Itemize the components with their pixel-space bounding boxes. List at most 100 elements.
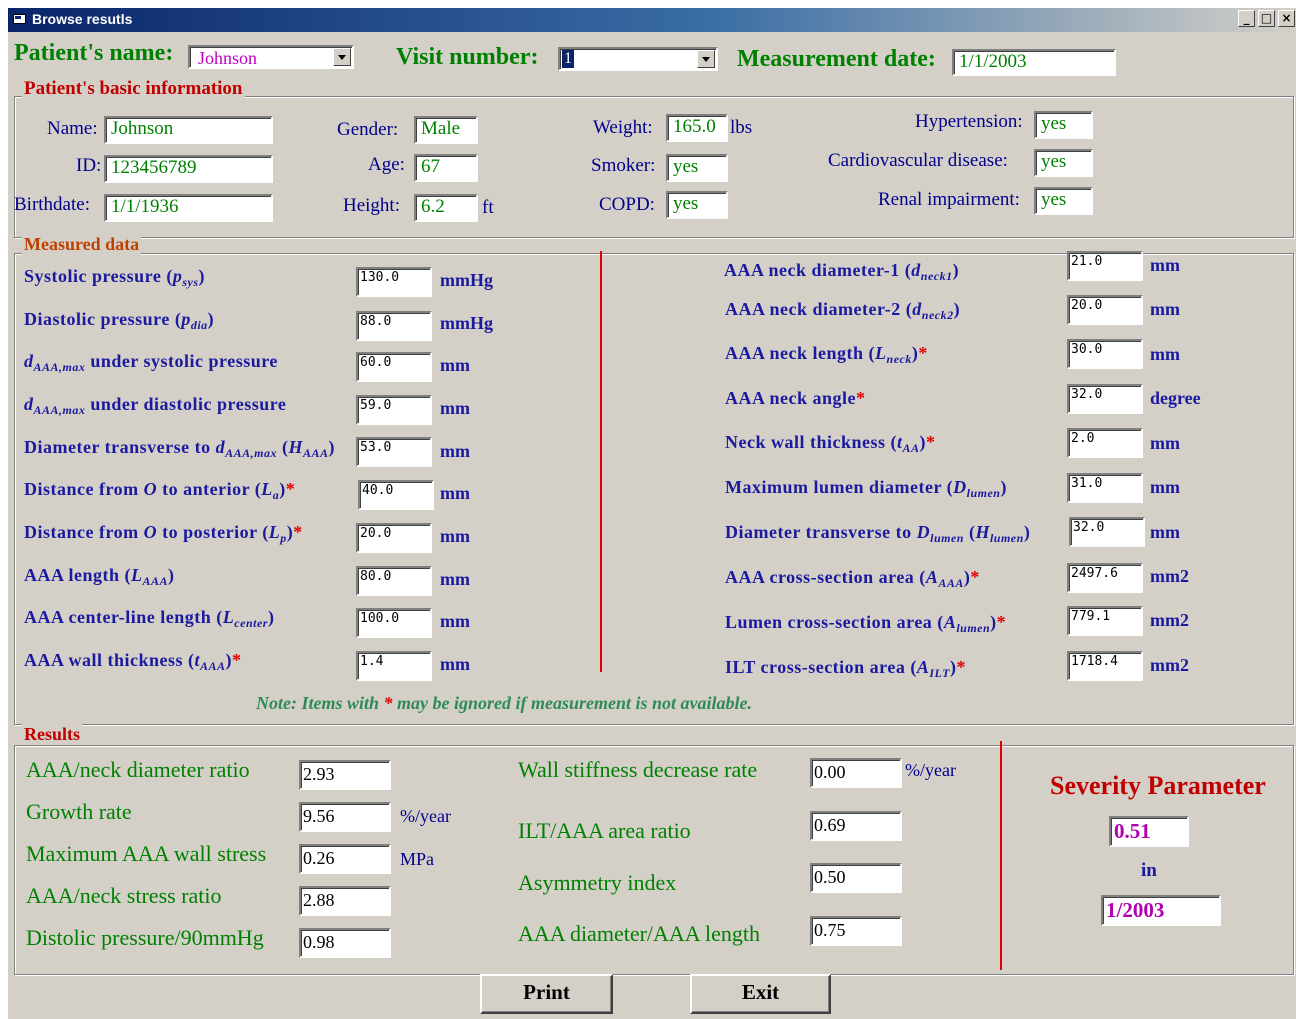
right-measure-field[interactable]: 32.0: [1069, 517, 1145, 547]
chevron-down-icon[interactable]: [697, 50, 715, 68]
measurement-date-field[interactable]: 1/1/2003: [952, 49, 1116, 76]
hypertension-field[interactable]: yes: [1034, 111, 1093, 139]
label-text-post: under diastolic pressure: [85, 394, 287, 414]
left-result-field[interactable]: 2.93: [299, 760, 391, 790]
title-bar[interactable]: Browse resutls _ □ ×: [8, 8, 1296, 32]
id-field[interactable]: 123456789: [104, 155, 273, 183]
label-variable: d: [24, 394, 34, 414]
required-star: *: [970, 567, 980, 587]
mid-result-field[interactable]: 0.00: [810, 758, 902, 788]
left-measure-unit: mm: [440, 611, 470, 631]
age-field[interactable]: 67: [414, 154, 478, 182]
left-measure-field[interactable]: 59.0: [356, 395, 432, 425]
weight-field[interactable]: 165.0: [666, 114, 728, 142]
right-measure-field[interactable]: 20.0: [1067, 295, 1143, 325]
label-text-pre: Diameter transverse to: [24, 437, 216, 457]
right-measure-field[interactable]: 30.0: [1067, 339, 1143, 369]
exit-button[interactable]: Exit: [690, 974, 831, 1014]
visit-number-select[interactable]: 1: [558, 47, 718, 71]
right-measure-field[interactable]: 32.0: [1067, 384, 1143, 414]
mid-result-field[interactable]: 0.75: [810, 916, 902, 946]
label-text-post: ): [952, 260, 960, 280]
left-measure-field[interactable]: 20.0: [356, 523, 432, 553]
label-variable: A: [943, 612, 957, 632]
required-star: *: [856, 388, 866, 408]
left-result-label: AAA/neck diameter ratio: [26, 757, 250, 782]
severity-value-field[interactable]: 0.51: [1109, 816, 1189, 847]
left-measure-unit: mm: [440, 569, 470, 589]
left-measure-field[interactable]: 53.0: [356, 437, 432, 467]
label-subscript: AAA,max: [33, 403, 86, 417]
right-measure-unit: mm: [1150, 433, 1180, 453]
right-measure-field[interactable]: 2497.6: [1067, 563, 1143, 593]
required-star: *: [232, 650, 242, 670]
right-measure-label: AAA neck diameter-1 (dneck1): [724, 260, 959, 284]
right-measure-field[interactable]: 2.0: [1067, 428, 1143, 458]
severity-date-field[interactable]: 1/2003: [1101, 895, 1221, 926]
name-field[interactable]: Johnson: [104, 116, 273, 144]
print-button[interactable]: Print: [480, 974, 613, 1014]
chevron-down-icon[interactable]: [333, 48, 351, 66]
basic-info-title: Patient's basic information: [22, 78, 245, 100]
minimize-button[interactable]: _: [1238, 10, 1255, 27]
height-label: Height:: [343, 195, 400, 216]
left-measure-field[interactable]: 60.0: [356, 352, 432, 382]
label-text-pre: Distance from: [24, 522, 144, 542]
results-title: Results: [22, 724, 83, 745]
label-text-pre: AAA neck length (: [725, 343, 876, 363]
label-subscript: AAA: [200, 659, 226, 673]
left-result-label: Distolic pressure/90mmHg: [26, 925, 264, 950]
id-label: ID:: [76, 155, 102, 176]
right-measure-unit: mm2: [1150, 610, 1189, 630]
label-text-pre: Maximum lumen diameter (: [725, 477, 954, 497]
smoker-field[interactable]: yes: [666, 154, 728, 182]
left-result-field[interactable]: 2.88: [299, 886, 391, 916]
right-measure-field[interactable]: 1718.4: [1067, 651, 1143, 681]
left-result-label: Maximum AAA wall stress: [26, 841, 267, 866]
right-measure-field[interactable]: 779.1: [1067, 606, 1143, 636]
label-variable: d: [911, 260, 921, 280]
label-variable: L: [222, 607, 235, 627]
right-measure-field[interactable]: 21.0: [1067, 251, 1143, 281]
window-title: Browse resutls: [32, 11, 133, 27]
birthdate-field[interactable]: 1/1/1936: [104, 194, 273, 222]
close-button[interactable]: ×: [1278, 10, 1295, 27]
label-variable-2: L: [268, 522, 281, 542]
mid-result-field[interactable]: 0.50: [810, 863, 902, 893]
label-subscript: neck2: [921, 308, 954, 322]
left-measure-field[interactable]: 88.0: [356, 311, 432, 341]
age-label: Age:: [368, 154, 405, 175]
patient-name-select[interactable]: Johnson: [188, 45, 354, 69]
left-result-unit: %/year: [400, 806, 451, 826]
left-measure-label: AAA wall thickness (tAAA)*: [24, 650, 242, 674]
left-measure-field[interactable]: 80.0: [356, 566, 432, 596]
left-measure-label: AAA length (LAAA): [24, 565, 175, 589]
right-measure-field[interactable]: 31.0: [1067, 473, 1143, 503]
label-variable: d: [24, 351, 34, 371]
right-measure-unit: mm: [1150, 477, 1180, 497]
name-label: Name:: [47, 118, 98, 139]
cardiovascular-field[interactable]: yes: [1034, 149, 1093, 177]
left-measure-field[interactable]: 40.0: [358, 480, 434, 510]
left-measure-label: dAAA,max under systolic pressure: [24, 351, 278, 375]
left-result-field[interactable]: 0.98: [299, 928, 391, 958]
right-measure-unit: mm2: [1150, 566, 1189, 586]
left-result-field[interactable]: 9.56: [299, 802, 391, 832]
left-measure-field[interactable]: 100.0: [356, 608, 432, 638]
mid-result-field[interactable]: 0.69: [810, 811, 902, 841]
left-measure-field[interactable]: 130.0: [356, 267, 432, 297]
label-text-pre: AAA cross-section area (: [725, 567, 926, 587]
left-measure-label: AAA center-line length (Lcenter): [24, 607, 274, 631]
height-field[interactable]: 6.2: [414, 194, 478, 222]
copd-field[interactable]: yes: [666, 191, 728, 219]
label-variable: O: [143, 479, 158, 499]
label-text-pre: Systolic pressure (: [24, 266, 173, 286]
left-measure-field[interactable]: 1.4: [356, 651, 432, 681]
label-variable: p: [172, 266, 183, 286]
gender-field[interactable]: Male: [414, 116, 478, 144]
left-measure-label: Distance from O to anterior (La)*: [24, 479, 295, 503]
maximize-button[interactable]: □: [1258, 10, 1275, 27]
label-text-post: ): [207, 309, 215, 329]
renal-field[interactable]: yes: [1034, 187, 1093, 215]
left-result-field[interactable]: 0.26: [299, 844, 391, 874]
